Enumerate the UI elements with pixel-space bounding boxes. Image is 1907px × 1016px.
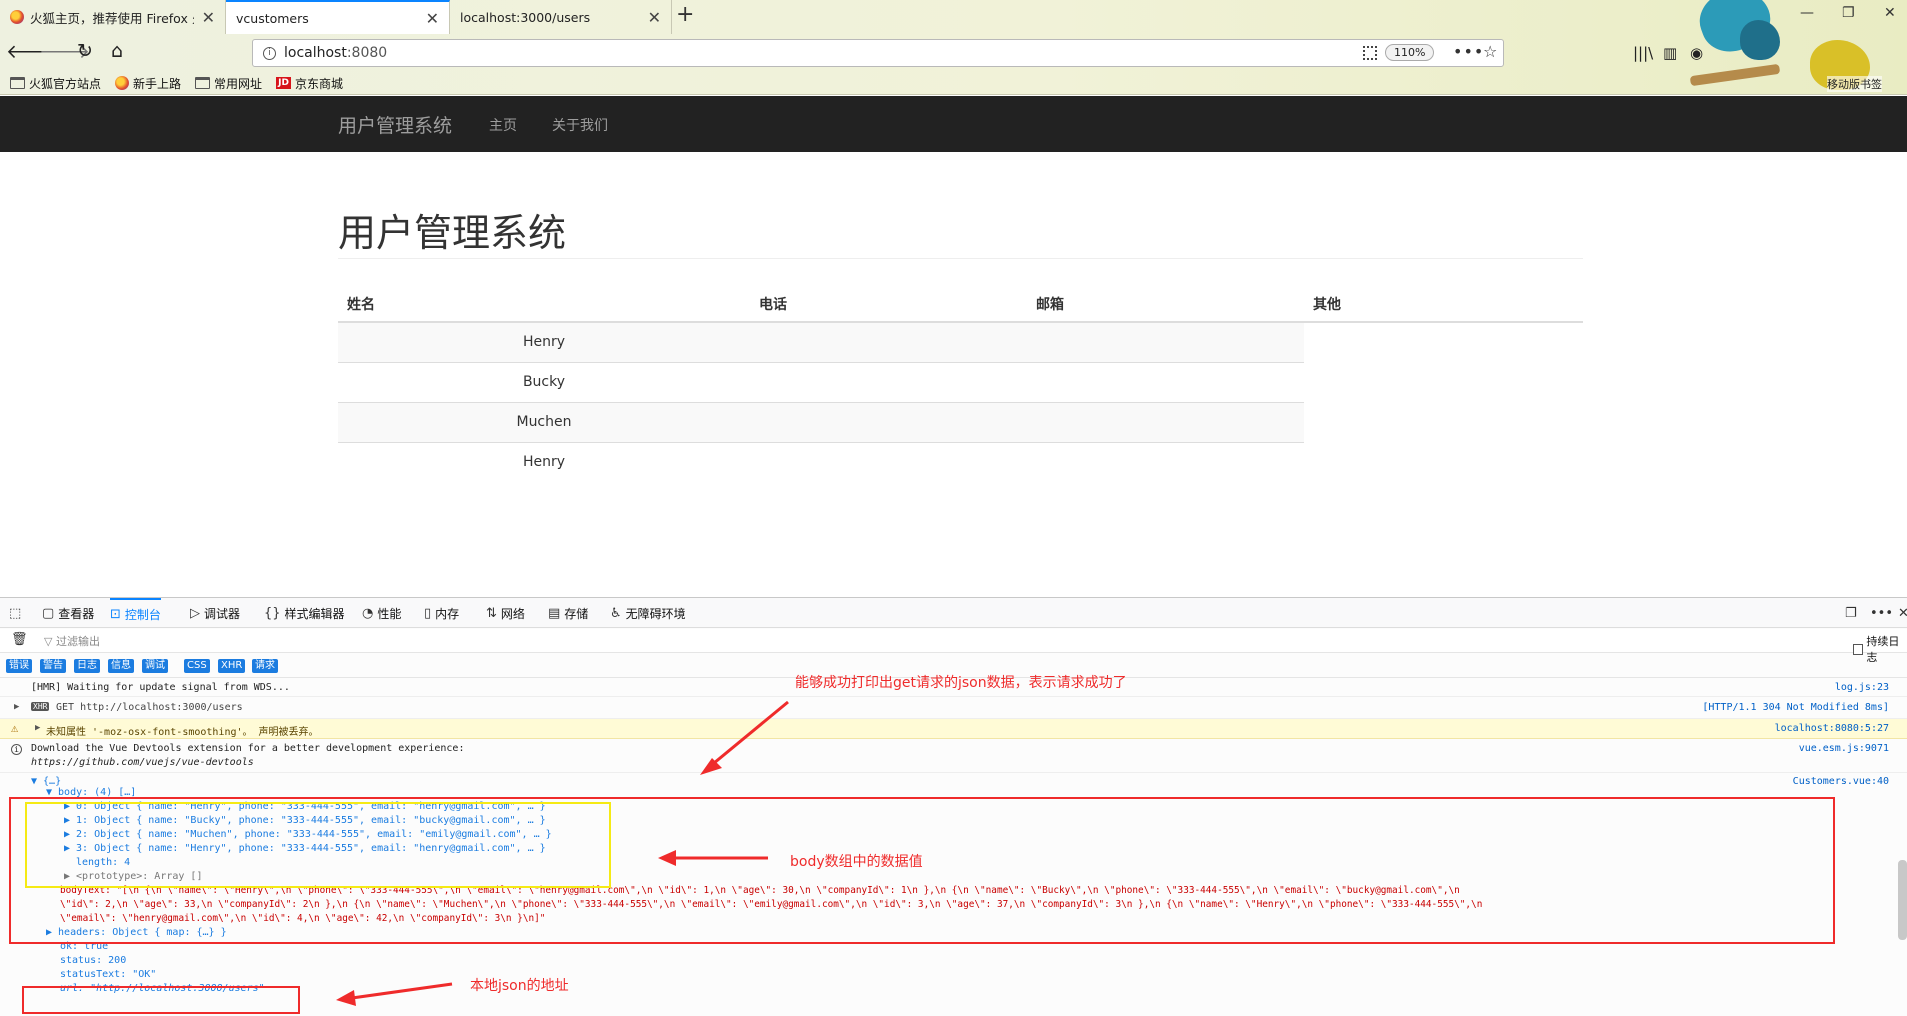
arrow-url-head	[336, 990, 356, 1006]
arrow-url-line	[351, 982, 453, 1000]
arrow-top-line	[707, 700, 789, 770]
arrow-body-head	[658, 850, 676, 866]
annotation-arrows	[336, 700, 789, 1006]
